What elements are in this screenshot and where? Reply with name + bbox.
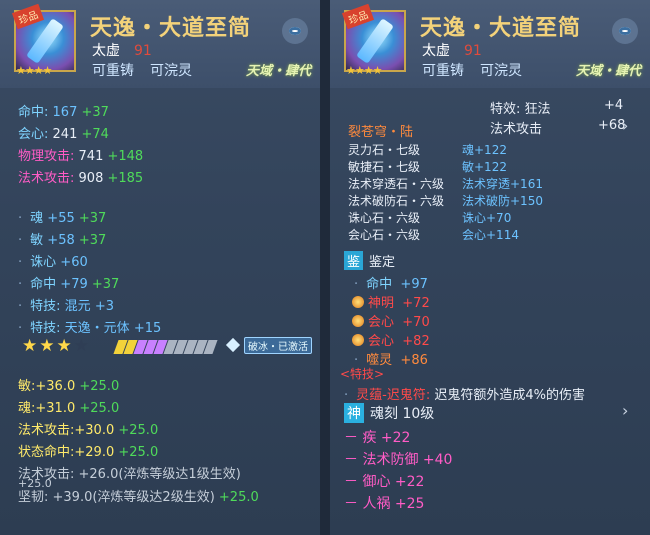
panel-divider — [320, 0, 330, 535]
stat-physical-attack: 物理攻击: 741 +148 — [18, 149, 144, 164]
ice-diamond-icon — [225, 337, 241, 353]
item-title: 天逸・大道至简 — [90, 16, 252, 41]
gem-stat: 法术穿透+161 — [462, 177, 543, 191]
item-level: 91 — [134, 43, 152, 59]
soul-mind-guard: － 御心 +22 — [344, 474, 425, 490]
item-actions: 可重铸 可浣灵 — [92, 60, 208, 80]
gem-stat: 魂+122 — [462, 143, 507, 157]
refine-magic-attack: 法术攻击:+30.0 +25.0 — [18, 423, 159, 438]
refine-soul: 魂:+31.0 +25.0 — [18, 401, 120, 416]
gem-row: 会心石・六级 — [348, 228, 421, 242]
appraise-critical-1: 会心 +70 — [352, 311, 430, 330]
appraise-accuracy: · 命中 +97 — [354, 277, 428, 292]
appraise-shenming: 神明 +72 — [352, 292, 430, 311]
equipment-tooltip-right: 珍品 ★★★★ 天逸・大道至简 太虚 91 可重铸 可浣灵 天域・肆代 特效: 狂法… — [330, 0, 650, 535]
item-actions-right: 可重铸 可浣灵 — [422, 63, 522, 79]
attr-accuracy: · 命中 +79 +37 — [18, 277, 120, 292]
gem-row: 诛心石・六级 — [348, 211, 421, 225]
equipment-compare-view: 珍品 ★★★★ 天逸・大道至简 太虚 91 可重铸 可浣灵 天域・肆代 命中: 16… — [0, 0, 650, 535]
gem-stat: 会心+114 — [462, 228, 519, 242]
attr-agility: · 敏 +58 +37 — [18, 233, 107, 248]
gem-stat: 敏+122 — [462, 160, 507, 174]
item-owner-right: 太虚 91 — [422, 43, 482, 59]
item-owner: 太虚 91 — [92, 43, 152, 59]
item-star-rating-right: ★★★★ — [346, 64, 382, 77]
appraise-header: 鉴鉴定 — [344, 251, 395, 270]
stat-accuracy: 命中: 167 +37 — [18, 105, 109, 120]
refine-agility: 敏:+36.0 +25.0 — [18, 379, 120, 394]
item-header: 珍品 ★★★★ 天逸・大道至简 太虚 91 可重铸 可浣灵 天域・肆代 — [0, 0, 320, 88]
awaken-star-rating: ★★★★ — [22, 336, 91, 356]
equipment-tooltip-left: 珍品 ★★★★ 天逸・大道至简 太虚 91 可重铸 可浣灵 天域・肆代 命中: 16… — [0, 0, 320, 535]
special-skill-tag: <特技> — [340, 367, 385, 381]
attr-skill-yuanti: · 特技: 天逸・元体 +15 — [18, 321, 162, 336]
item-star-rating: ★★★★ — [16, 64, 52, 77]
recast-label: 可重铸 — [92, 63, 134, 79]
attr-soul: · 魂 +55 +37 — [18, 211, 107, 226]
refine-status-hit: 状态命中:+29.0 +25.0 — [18, 445, 159, 460]
flame-ornament-icon — [352, 315, 364, 327]
chevron-right-icon[interactable]: › — [622, 401, 628, 420]
attr-heart-kill: · 诛心 +60 — [18, 255, 88, 270]
soul-swift: － 疾 +22 — [344, 430, 411, 446]
flame-ornament-icon — [352, 334, 364, 346]
item-title-right: 天逸・大道至简 — [420, 16, 582, 41]
appraise-seal-icon: 鉴 — [344, 251, 364, 270]
attr-skill-hunyuan: · 特技: 混元 +3 — [18, 299, 114, 314]
gem-stat: 法术破防+150 — [462, 194, 543, 208]
soul-calamity: － 人祸 +25 — [344, 496, 425, 512]
stat-critical: 会心: 241 +74 — [18, 127, 109, 142]
refine-label: 可浣灵 — [150, 63, 192, 79]
effect-magic-attack: 法术攻击 — [490, 122, 543, 137]
soul-engrave-header[interactable]: 神魂刻 10级 — [344, 403, 434, 423]
eye-icon[interactable] — [282, 18, 308, 44]
stat-magic-attack: 法术攻击: 908 +185 — [18, 171, 144, 186]
chevron-right-icon[interactable]: › — [622, 116, 628, 135]
special-skill-line: · 灵蕴-迟鬼符: 迟鬼符额外造成4%的伤害 — [344, 388, 585, 403]
flame-ornament-icon — [352, 296, 364, 308]
gem-row: 灵力石・七级 — [348, 143, 421, 157]
refine-locked-toughness: 坚韧: +39.0(淬炼等级达2级生效) +25.0 — [18, 490, 259, 505]
appraise-critical-2: 会心 +82 — [352, 330, 430, 349]
effect-kuangfa: 特效: 狂法 — [490, 102, 551, 117]
soul-magic-defense: － 法术防御 +40 — [344, 452, 453, 468]
eye-icon-right[interactable] — [612, 18, 638, 44]
gem-row: 敏捷石・七级 — [348, 160, 421, 174]
item-header-right: 珍品 ★★★★ 天逸・大道至简 太虚 91 可重铸 可浣灵 天域・肆代 — [330, 0, 650, 88]
gem-row: 法术穿透石・六级 — [348, 177, 445, 191]
gem-row: 法术破防石・六级 — [348, 194, 445, 208]
god-seal-icon: 神 — [344, 403, 364, 423]
era-label: 天域・肆代 — [246, 64, 312, 79]
effect-kuangfa-value: +4 — [604, 98, 624, 113]
activated-tag: 破冰・已激活 — [244, 337, 312, 354]
gem-stat: 诛心+70 — [462, 211, 512, 225]
era-label-right: 天域・肆代 — [576, 64, 642, 79]
item-level-right: 91 — [464, 43, 482, 59]
awaken-gem-bar — [113, 339, 218, 358]
gem-set-title: 裂苍穹・陆 — [348, 125, 414, 140]
